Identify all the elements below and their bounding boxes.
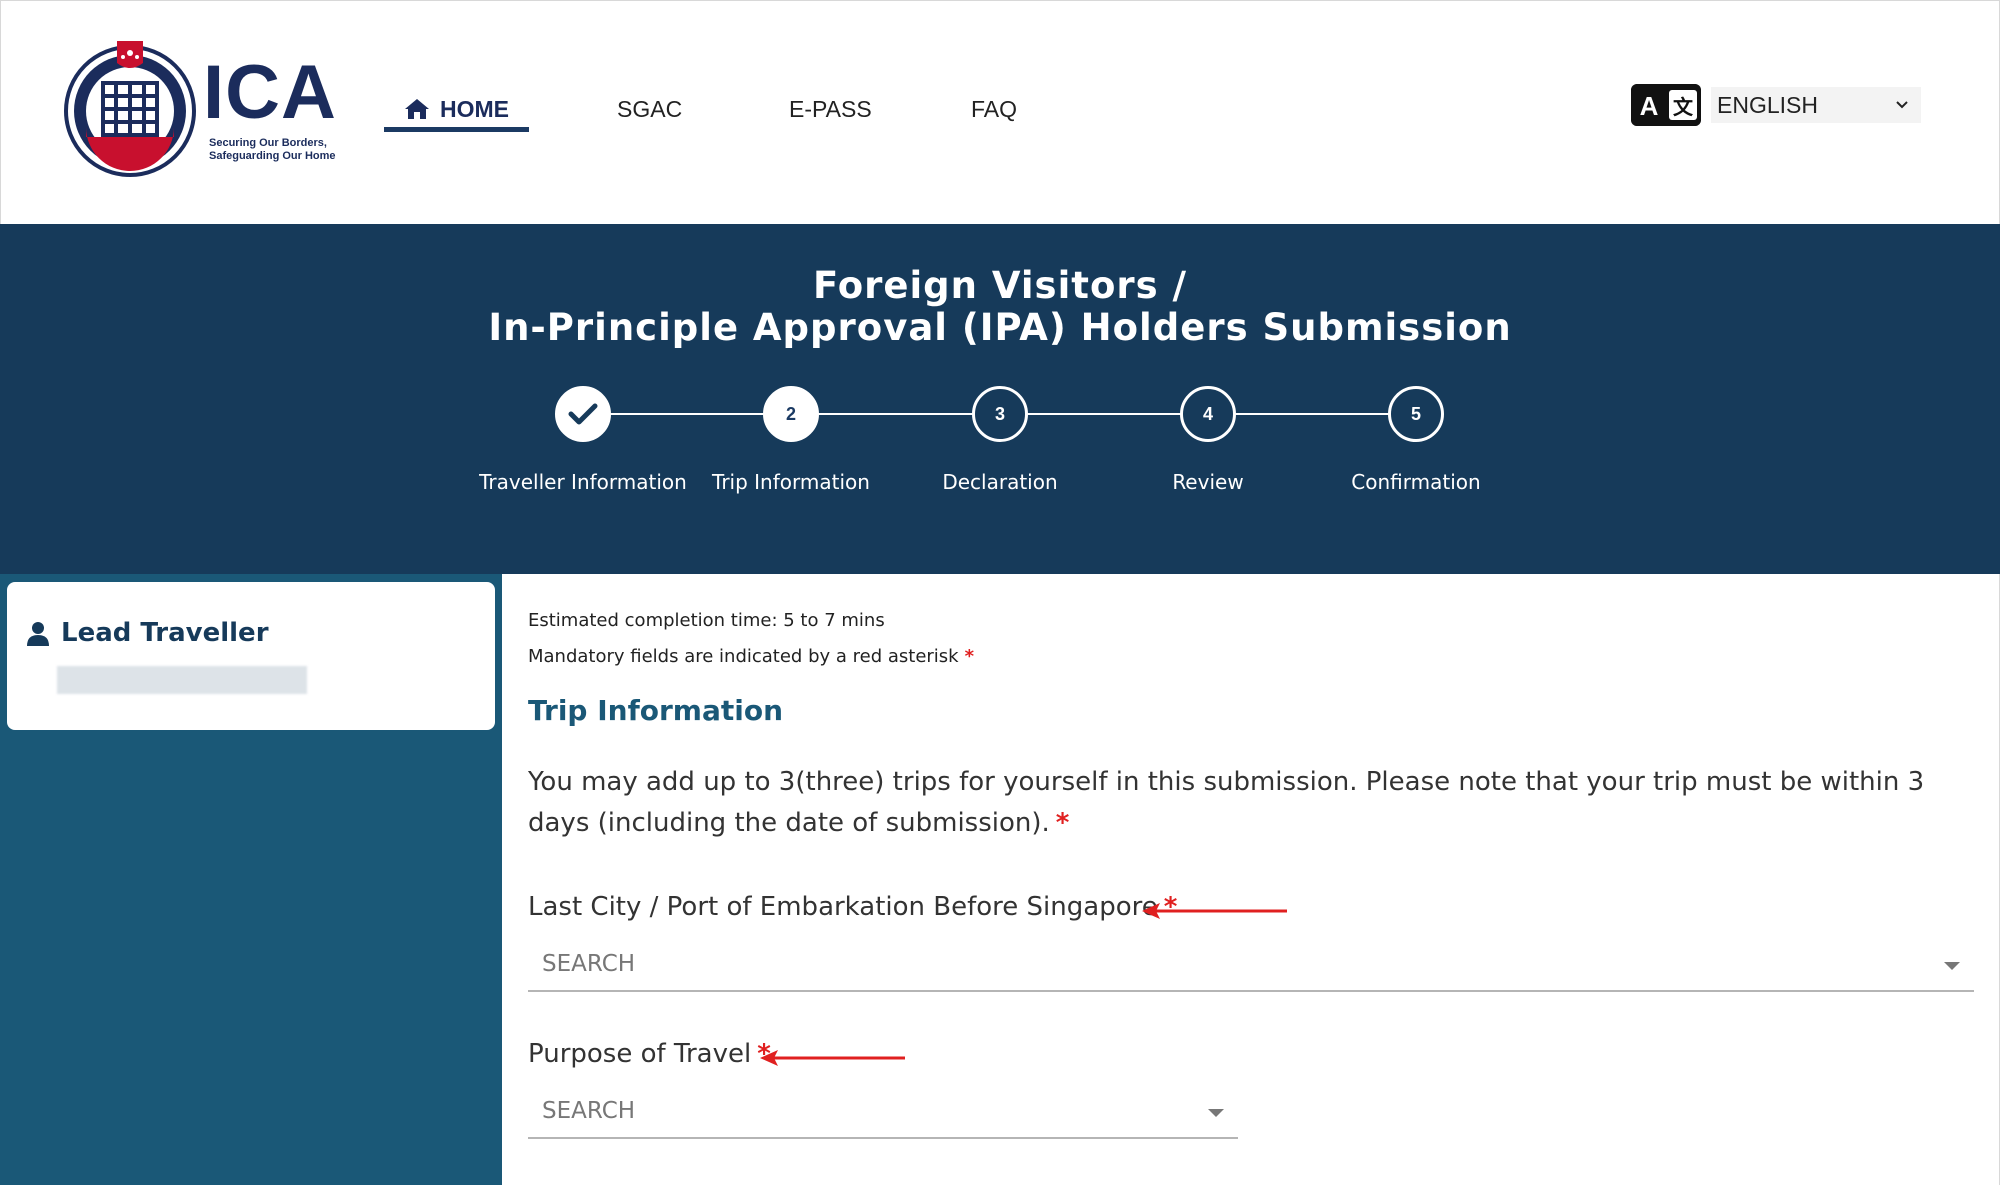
language-select[interactable]: ENGLISH <box>1711 87 1921 123</box>
chevron-down-icon <box>1896 101 1908 109</box>
step-3-circle: 3 <box>972 386 1028 442</box>
annotation-arrow-icon <box>760 1050 905 1066</box>
step-3-label: Declaration <box>942 470 1058 494</box>
logo-wordmark: ICA <box>203 50 337 135</box>
required-asterisk: * <box>1055 808 1070 838</box>
person-icon <box>27 622 49 646</box>
nav-sgac[interactable]: SGAC <box>617 89 682 129</box>
step-5-label: Confirmation <box>1351 470 1481 494</box>
logo-tagline-line2: Safeguarding Our Home <box>209 150 336 162</box>
translate-icon[interactable]: A 文 <box>1631 84 1701 126</box>
language-selected-value: ENGLISH <box>1717 91 1818 118</box>
step-4-circle: 4 <box>1180 386 1236 442</box>
step-2-circle: 2 <box>763 386 819 442</box>
traveller-sidebar: Lead Traveller <box>0 574 502 1185</box>
traveller-name-redacted <box>57 666 307 694</box>
ica-emblem-icon <box>64 41 196 177</box>
embarkation-city-search-input[interactable] <box>528 938 1974 990</box>
nav-epass[interactable]: E-PASS <box>789 89 872 129</box>
trip-description: You may add up to 3(three) trips for you… <box>528 762 1958 844</box>
logo-tagline-line1: Securing Our Borders, <box>209 137 327 149</box>
nav-active-indicator <box>384 127 529 132</box>
lead-traveller-title: Lead Traveller <box>61 618 269 648</box>
home-icon <box>405 99 429 119</box>
page-title-line2: In-Principle Approval (IPA) Holders Subm… <box>488 306 1512 349</box>
svg-text:A: A <box>1640 91 1659 121</box>
svg-text:文: 文 <box>1673 95 1694 119</box>
estimated-completion-time: Estimated completion time: 5 to 7 mins <box>528 610 885 631</box>
embarkation-city-label-text: Last City / Port of Embarkation Before S… <box>528 892 1158 922</box>
purpose-of-travel-label-text: Purpose of Travel <box>528 1039 752 1069</box>
nav-home[interactable]: HOME <box>384 89 529 129</box>
nav-home-label: HOME <box>440 95 509 122</box>
dropdown-arrow-icon[interactable] <box>1944 962 1960 970</box>
trip-information-form: Estimated completion time: 5 to 7 mins M… <box>502 574 2000 1185</box>
dropdown-arrow-icon[interactable] <box>1208 1109 1224 1117</box>
purpose-of-travel-select[interactable] <box>528 1085 1238 1139</box>
step-1-circle <box>555 386 611 442</box>
lead-traveller-card[interactable]: Lead Traveller <box>7 582 495 730</box>
mandatory-fields-note: Mandatory fields are indicated by a red … <box>528 646 974 667</box>
section-title: Trip Information <box>528 694 784 727</box>
purpose-of-travel-search-input[interactable] <box>528 1085 1238 1137</box>
page-title-line1: Foreign Visitors / <box>812 264 1188 307</box>
mandatory-note-text: Mandatory fields are indicated by a red … <box>528 646 959 667</box>
ica-logo[interactable]: ICA Securing Our Borders, Safeguarding O… <box>63 37 338 177</box>
embarkation-city-label: Last City / Port of Embarkation Before S… <box>528 892 1177 922</box>
annotation-arrow-icon <box>1142 903 1287 919</box>
nav-faq[interactable]: FAQ <box>971 89 1017 129</box>
purpose-of-travel-label: Purpose of Travel * <box>528 1039 771 1069</box>
page-banner: Foreign Visitors / In-Principle Approval… <box>0 224 2000 574</box>
checkmark-icon <box>568 403 598 425</box>
step-1-label: Traveller Information <box>479 470 687 494</box>
embarkation-city-select[interactable] <box>528 938 1974 992</box>
step-4-label: Review <box>1172 470 1244 494</box>
step-2-label: Trip Information <box>712 470 870 494</box>
required-asterisk: * <box>964 646 975 667</box>
site-header: ICA Securing Our Borders, Safeguarding O… <box>0 0 2000 224</box>
step-5-circle: 5 <box>1388 386 1444 442</box>
trip-description-text: You may add up to 3(three) trips for you… <box>528 767 1925 838</box>
